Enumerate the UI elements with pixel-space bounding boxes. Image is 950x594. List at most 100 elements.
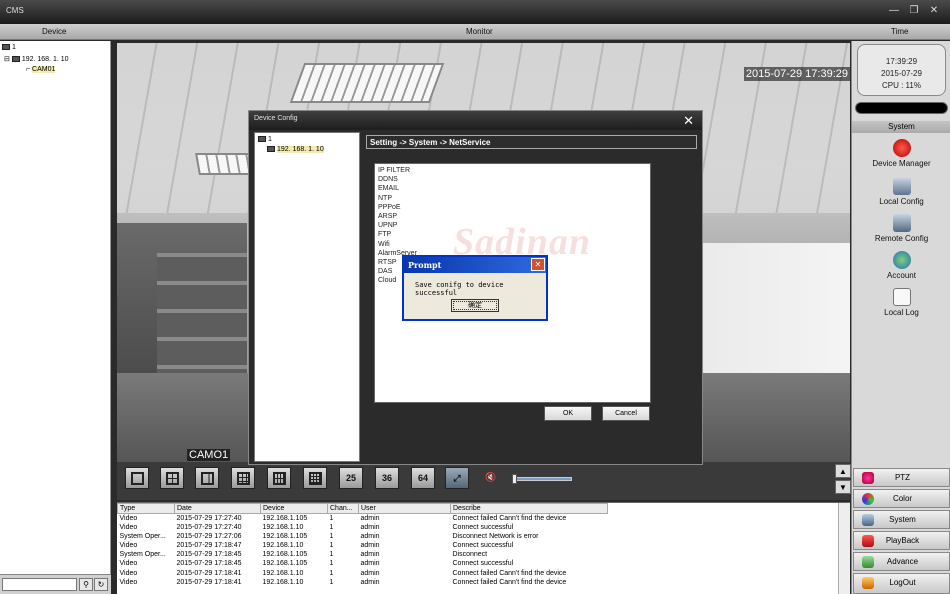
prompt-title: Prompt <box>404 257 546 273</box>
log-header-row: Type Date Device Chan... User Describe <box>117 503 608 514</box>
split-1-button[interactable] <box>125 467 149 489</box>
dvr-icon <box>267 146 275 153</box>
app-title: CMS <box>6 6 24 15</box>
advance-button[interactable]: Advance <box>853 552 950 571</box>
ok-button[interactable]: OK <box>544 406 592 421</box>
tree-search-input[interactable] <box>2 578 77 591</box>
split-36-button[interactable]: 36 <box>375 467 399 489</box>
table-row[interactable]: Video 2015-07-29 17:27:40 192.168.1.105 1 ad… <box>118 514 608 524</box>
col-user[interactable]: User <box>358 503 451 514</box>
device-tree: 1 ⊟ 192. 168. 1. 10 ⌐ CAM01 <box>0 41 111 574</box>
log-scrollbar[interactable] <box>838 503 850 594</box>
group-icon <box>2 44 10 51</box>
time-header: Time <box>891 27 909 36</box>
close-icon[interactable]: ✕ <box>683 113 694 129</box>
close-icon[interactable]: ✕ <box>926 4 942 18</box>
speaker-muted-icon: 🔇 <box>485 472 497 482</box>
tree-root[interactable]: 1 <box>2 44 16 51</box>
table-row[interactable]: System Oper... 2015-07-29 17:18:45 192.168… <box>118 550 608 559</box>
device-manager-button[interactable]: Device Manager <box>852 139 950 168</box>
col-device[interactable]: Device <box>260 503 328 514</box>
split-13-button[interactable] <box>267 467 291 489</box>
local-log-icon <box>892 288 911 306</box>
search-icon[interactable]: ⚲ <box>79 578 93 591</box>
breadcrumb: Setting -> System -> NetService <box>366 135 697 149</box>
split-4-button[interactable] <box>160 467 184 489</box>
remote-config-icon <box>892 214 911 232</box>
list-item[interactable]: PPPoE <box>378 203 647 212</box>
close-icon[interactable]: ✕ <box>531 258 545 271</box>
collapse-icon[interactable]: ⊟ <box>4 56 12 63</box>
system-button[interactable]: System <box>853 510 950 529</box>
fullscreen-button[interactable]: ⤢ <box>445 467 469 489</box>
local-config-button[interactable]: Local Config <box>852 177 950 206</box>
device-header: Device <box>42 27 67 36</box>
ceiling-lamp <box>289 63 445 103</box>
split-64-button[interactable]: 64 <box>411 467 435 489</box>
account-icon <box>892 251 911 269</box>
logout-button[interactable]: LogOut <box>853 573 950 594</box>
event-log: Type Date Device Chan... User Describe V… <box>117 502 850 594</box>
dc-tree-root[interactable]: 1 <box>258 136 272 143</box>
col-channel[interactable]: Chan... <box>327 503 359 514</box>
refresh-icon[interactable]: ↻ <box>94 578 108 591</box>
table-row[interactable]: Video 2015-07-29 17:18:41 192.168.1.10 1 adm… <box>118 568 608 577</box>
local-config-icon <box>892 177 911 195</box>
dc-tree-device[interactable]: 192. 168. 1. 10 <box>267 146 324 153</box>
device-config-tree: 1 192. 168. 1. 10 <box>254 132 360 462</box>
table-row[interactable]: Video 2015-07-29 17:27:40 192.168.1.10 1 adm… <box>118 523 608 532</box>
monitor-header: Monitor <box>466 27 493 36</box>
split-25-button[interactable]: 25 <box>339 467 363 489</box>
volume-slider-thumb[interactable] <box>512 474 517 484</box>
clock-date: 2015-07-29 <box>881 69 922 78</box>
remote-config-button[interactable]: Remote Config <box>852 214 950 243</box>
playback-button[interactable]: PlayBack <box>853 531 950 550</box>
prompt-message: Save conifg to device successful <box>415 281 504 297</box>
split-9-button[interactable] <box>231 467 255 489</box>
prompt-ok-button[interactable]: 确定 <box>451 299 499 312</box>
osd-timestamp: 2015-07-29 17:39:29 <box>743 67 850 81</box>
split-9-icon <box>237 472 250 485</box>
scroll-up-icon[interactable]: ▲ <box>835 464 851 478</box>
table-row[interactable]: Video 2015-07-29 17:18:47 192.168.1.10 1 adm… <box>118 541 608 550</box>
cancel-button[interactable]: Cancel <box>602 406 650 421</box>
col-describe[interactable]: Describe <box>450 503 608 514</box>
list-item[interactable]: NTP <box>378 194 647 203</box>
col-type[interactable]: Type <box>117 503 175 514</box>
local-log-button[interactable]: Local Log <box>852 288 950 317</box>
list-item[interactable]: DDNS <box>378 175 647 184</box>
account-button[interactable]: Account <box>852 251 950 280</box>
table-row[interactable]: Video 2015-07-29 17:18:45 192.168.1.105 1 ad… <box>118 559 608 568</box>
volume-slider[interactable] <box>512 477 572 481</box>
ptz-button[interactable]: PTZ <box>853 468 950 487</box>
list-item[interactable]: IP FILTER <box>378 166 647 175</box>
cpu-bar <box>855 102 948 114</box>
log-table: Type Date Device Chan... User Describe V… <box>117 503 608 587</box>
scroll-down-icon[interactable]: ▼ <box>835 480 851 494</box>
col-date[interactable]: Date <box>174 503 261 514</box>
clock-box: 17:39:29 2015-07-29 CPU : 11% <box>857 44 946 96</box>
split-16-icon <box>309 472 322 485</box>
device-config-title: Device Config <box>249 111 702 130</box>
restore-icon[interactable]: ❐ <box>906 4 922 18</box>
mute-button[interactable]: 🔇 <box>479 467 503 489</box>
split-16-button[interactable] <box>303 467 327 489</box>
split-6-button[interactable] <box>195 467 219 489</box>
dvr-icon <box>11 56 20 63</box>
fullscreen-icon: ⤢ <box>453 473 461 483</box>
device-manager-icon <box>892 139 911 157</box>
tree-device[interactable]: ⊟ 192. 168. 1. 10 <box>4 55 69 63</box>
system-header: System <box>852 121 950 133</box>
section-headers: Device Monitor Time <box>0 24 950 40</box>
table-row[interactable]: System Oper... 2015-07-29 17:27:06 192.168… <box>118 532 608 541</box>
color-button[interactable]: Color <box>853 489 950 508</box>
minimize-icon[interactable]: — <box>886 4 902 18</box>
list-item[interactable]: EMAIL <box>378 184 647 193</box>
table-row[interactable]: Video 2015-07-29 17:18:41 192.168.1.10 1 adm… <box>118 578 608 587</box>
cpu-usage: CPU : 11% <box>882 81 921 90</box>
shelf-area <box>157 253 247 373</box>
split-13-icon <box>273 472 286 485</box>
title-bar: CMS — ❐ ✕ <box>0 0 950 24</box>
tree-channel[interactable]: ⌐ CAM01 <box>26 66 56 73</box>
tree-search-bar: ⚲ ↻ <box>0 574 111 594</box>
